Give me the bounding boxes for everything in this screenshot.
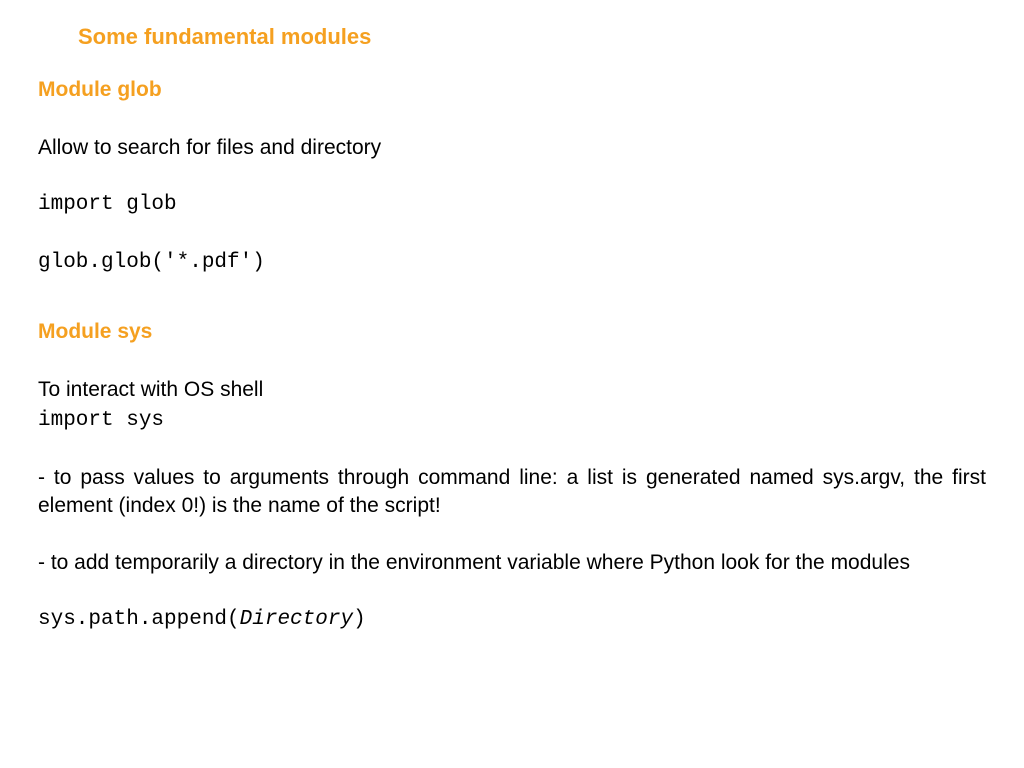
sys-code-append-arg: Directory xyxy=(240,608,353,631)
sys-description: To interact with OS shell xyxy=(38,376,986,403)
slide-title: Some fundamental modules xyxy=(78,24,986,50)
sys-code-append-suffix: ) xyxy=(353,608,366,631)
sys-code-import: import sys xyxy=(38,407,986,434)
sys-code-append: sys.path.append(Directory) xyxy=(38,606,986,633)
glob-description: Allow to search for files and directory xyxy=(38,134,986,161)
section-heading-glob: Module glob xyxy=(38,78,986,102)
sys-bullet-path: - to add temporarily a directory in the … xyxy=(38,549,986,576)
sys-bullet-argv: - to pass values to arguments through co… xyxy=(38,464,986,519)
glob-code-import: import glob xyxy=(38,191,986,218)
section-heading-sys: Module sys xyxy=(38,320,986,344)
glob-code-call: glob.glob('*.pdf') xyxy=(38,249,986,276)
sys-code-append-prefix: sys.path.append( xyxy=(38,608,240,631)
